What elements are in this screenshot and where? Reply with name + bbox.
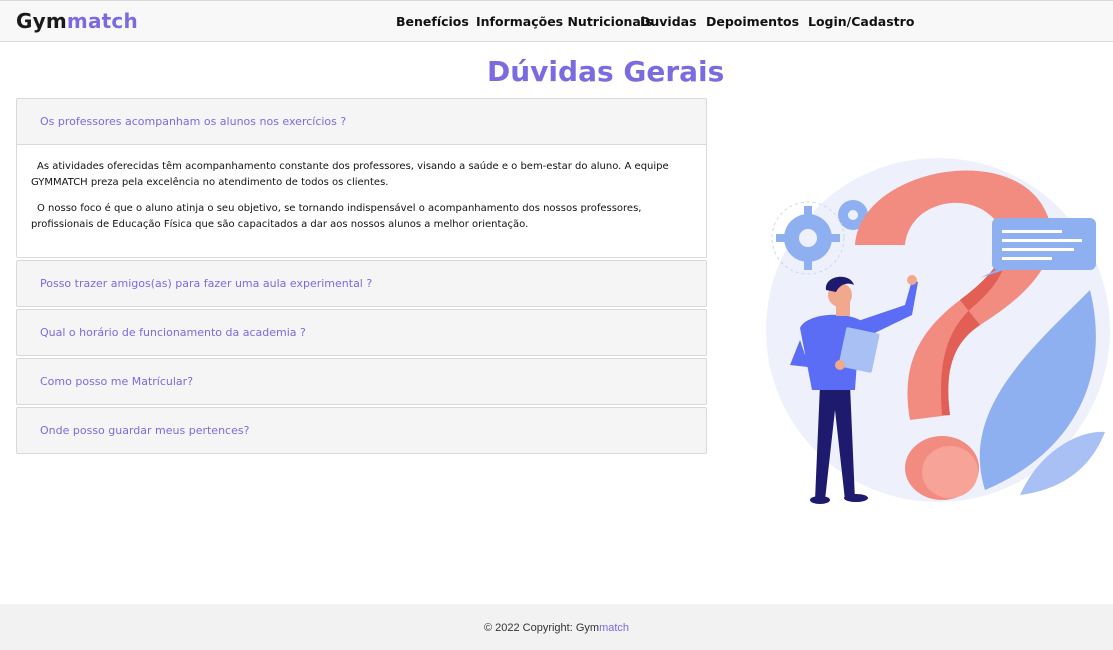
faq-answer-panel: As atividades oferecidas têm acompanhame… bbox=[17, 144, 706, 257]
chat-bubble-icon bbox=[980, 218, 1096, 278]
faq-question-button[interactable]: Onde posso guardar meus pertences? bbox=[17, 408, 706, 453]
footer-copyright: © 2022 Copyright: Gymmatch bbox=[0, 622, 1113, 634]
nav-link-duvidas[interactable]: Duvidas bbox=[640, 14, 697, 29]
faq-accordion: Os professores acompanham os alunos nos … bbox=[16, 98, 707, 454]
faq-item: Qual o horário de funcionamento da acade… bbox=[16, 309, 707, 356]
nav-link-login-cadastro[interactable]: Login/Cadastro bbox=[808, 14, 914, 29]
faq-answer-paragraph: O nosso foco é que o aluno atinja o seu … bbox=[31, 203, 642, 230]
brand-logo[interactable]: Gymmatch bbox=[16, 9, 138, 33]
faq-answer-paragraph: As atividades oferecidas têm acompanhame… bbox=[31, 161, 669, 188]
nav-link-beneficios[interactable]: Benefícios bbox=[396, 14, 469, 29]
brand-part-2: match bbox=[66, 9, 138, 33]
faq-item: Os professores acompanham os alunos nos … bbox=[16, 98, 707, 258]
faq-item: Posso trazer amigos(as) para fazer uma a… bbox=[16, 260, 707, 307]
question-mark-person-illustration bbox=[766, 158, 1110, 504]
faq-item: Onde posso guardar meus pertences? bbox=[16, 407, 707, 454]
navbar: Gymmatch Benefícios Informações Nutricio… bbox=[0, 0, 1113, 42]
footer-brand-part-2: match bbox=[599, 622, 630, 634]
nav-link-informacoes-nutricionais[interactable]: Informações Nutricionais bbox=[476, 14, 653, 29]
footer: © 2022 Copyright: Gymmatch bbox=[0, 604, 1113, 650]
faq-question-button[interactable]: Qual o horário de funcionamento da acade… bbox=[17, 310, 706, 355]
faq-question-button[interactable]: Como posso me Matrícular? bbox=[17, 359, 706, 404]
footer-brand-part-1: Gym bbox=[575, 622, 600, 634]
faq-question-button[interactable]: Os professores acompanham os alunos nos … bbox=[17, 99, 706, 144]
brand-part-1: Gym bbox=[16, 9, 67, 33]
faq-question-button[interactable]: Posso trazer amigos(as) para fazer uma a… bbox=[17, 261, 706, 306]
page-title: Dúvidas Gerais bbox=[487, 55, 725, 88]
nav-link-depoimentos[interactable]: Depoimentos bbox=[706, 14, 799, 29]
faq-item: Como posso me Matrícular? bbox=[16, 358, 707, 405]
footer-copyright-prefix: © 2022 Copyright: bbox=[483, 622, 576, 634]
